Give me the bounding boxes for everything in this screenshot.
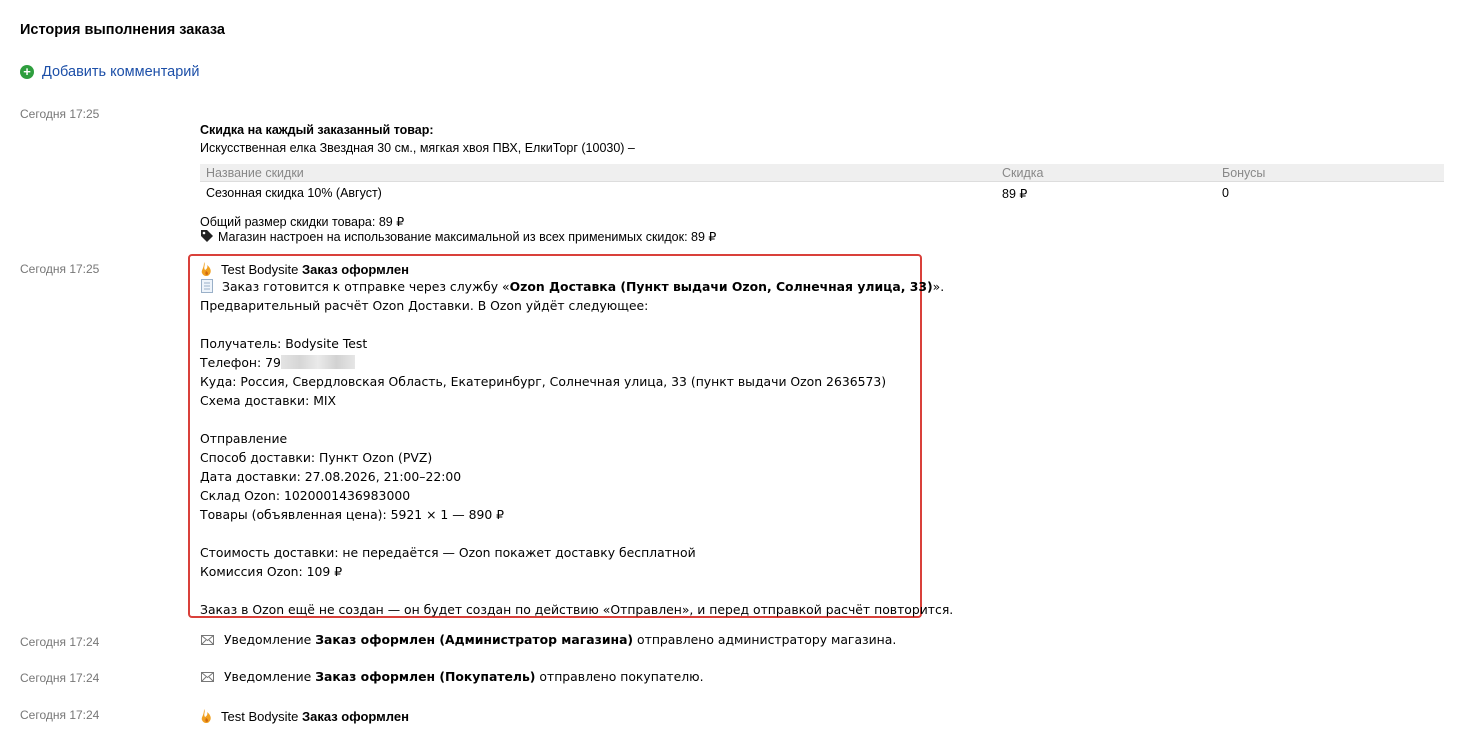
discount-product: Искусственная елка Звездная 30 см., мягк… (200, 141, 635, 155)
ozon-method: Способ доставки: Пункт Ozon (PVZ) (200, 450, 433, 465)
cell-discount: 89 ₽ (1002, 186, 1028, 201)
ozon-author: Test Bodysite (221, 262, 299, 277)
col-discount: Скидка (996, 164, 1216, 182)
notif-prefix: Уведомление (224, 632, 316, 647)
phone-redacted (280, 355, 355, 369)
flame-icon (201, 709, 211, 724)
add-comment-link[interactable]: + Добавить комментарий (20, 64, 200, 80)
ozon-goods: Товары (объявленная цена): 5921 × 1 — 89… (200, 507, 505, 522)
ship-prefix: Заказ готовится к отправке через службу … (222, 279, 510, 294)
ozon-commission: Комиссия Ozon: 109 ₽ (200, 564, 343, 579)
notif-suffix: отправлено администратору магазина. (633, 632, 897, 647)
status-entry: Test Bodysite Заказ оформлен (200, 708, 409, 724)
add-icon: + (20, 65, 34, 79)
ozon-recipient: Получатель: Bodysite Test (200, 336, 368, 351)
page-title: История выполнения заказа (20, 22, 225, 38)
tag-icon (201, 230, 213, 242)
discount-max-note: Магазин настроен на использование максим… (200, 228, 716, 246)
phone-label: Телефон: 79 (200, 355, 281, 370)
status-author: Test Bodysite (221, 709, 299, 724)
cell-discount-name: Сезонная скидка 10% (Август) (206, 186, 382, 200)
ozon-date: Дата доставки: 27.08.2026, 21:00–22:00 (200, 469, 462, 484)
ozon-to: Куда: Россия, Свердловская Область, Екат… (200, 374, 887, 389)
notification-admin: Уведомление Заказ оформлен (Администрато… (201, 632, 896, 647)
ozon-entry: Test Bodysite Заказ оформлен Заказ готов… (200, 260, 954, 619)
notification-customer: Уведомление Заказ оформлен (Покупатель) … (201, 669, 704, 684)
ozon-footer: Заказ в Ozon ещё не создан — он будет со… (200, 602, 954, 617)
flame-icon (201, 262, 211, 277)
discount-title: Скидка на каждый заказанный товар: (200, 123, 434, 137)
ozon-prelim: Предварительный расчёт Ozon Доставки. В … (200, 298, 649, 313)
notif-prefix: Уведомление (224, 669, 316, 684)
cell-bonus: 0 (1222, 186, 1229, 200)
envelope-icon (201, 672, 214, 682)
ship-suffix: ». (932, 279, 945, 294)
ozon-phone: Телефон: 79 (200, 353, 940, 372)
ozon-scheme: Схема доставки: MIX (200, 393, 337, 408)
ozon-cost: Стоимость доставки: не передаётся — Ozon… (200, 545, 696, 560)
table-row: Сезонная скидка 10% (Август) 89 ₽ 0 (200, 182, 1444, 205)
discount-table: Название скидки Скидка Бонусы Сезонная с… (200, 164, 1444, 204)
entry-timestamp: Сегодня 17:24 (20, 635, 100, 649)
discount-table-header: Название скидки Скидка Бонусы (200, 164, 1444, 182)
entry-timestamp: Сегодня 17:24 (20, 671, 100, 685)
ship-service: Ozon Доставка (Пункт выдачи Ozon, Солнеч… (509, 279, 933, 294)
ozon-shipment: Отправление (200, 431, 288, 446)
col-discount-name: Название скидки (200, 164, 996, 182)
status-label: Заказ оформлен (301, 709, 409, 724)
notif-name: Заказ оформлен (Администратор магазина) (315, 632, 634, 647)
ozon-status: Заказ оформлен (301, 262, 409, 277)
ozon-entry-header: Test Bodysite Заказ оформлен (200, 260, 940, 277)
max-note-text: Магазин настроен на использование максим… (218, 230, 717, 244)
envelope-icon (201, 635, 214, 645)
col-bonus: Бонусы (1216, 164, 1444, 182)
entry-timestamp: Сегодня 17:24 (20, 708, 100, 722)
entry-timestamp: Сегодня 17:25 (20, 107, 100, 121)
notif-name: Заказ оформлен (Покупатель) (315, 669, 536, 684)
entry-timestamp: Сегодня 17:25 (20, 262, 100, 276)
notif-suffix: отправлено покупателю. (535, 669, 704, 684)
ozon-warehouse: Склад Ozon: 1020001436983000 (200, 488, 411, 503)
document-icon (201, 279, 213, 293)
add-comment-label: Добавить комментарий (42, 64, 200, 80)
ozon-ship-line: Заказ готовится к отправке через службу … (200, 277, 944, 296)
